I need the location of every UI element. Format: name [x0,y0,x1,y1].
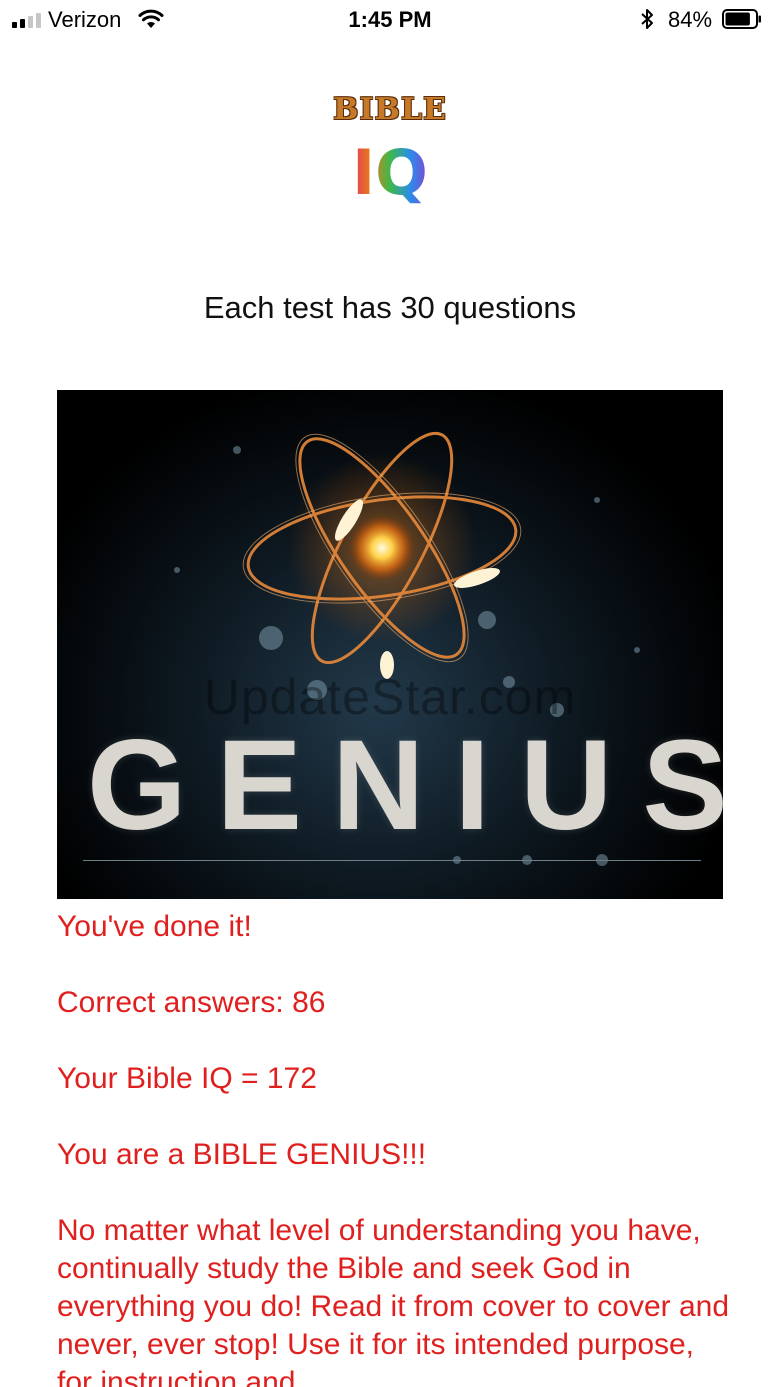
battery-percentage: 84% [668,7,713,32]
genius-title: GENIUS [87,714,723,857]
genius-image: UpdateStar.com GENIUS [57,390,723,899]
bible-iq-score: Your Bible IQ = 172 [57,1062,317,1095]
logo-word: BIBLE [333,92,447,127]
bluetooth-icon [641,9,653,29]
results-text: You've done it! Correct answers: 86 Your… [57,908,737,1387]
rating: You are a BIBLE GENIUS!!! [57,1138,427,1171]
clock: 1:45 PM [348,7,432,32]
completion-message: You've done it! [57,910,252,943]
encouragement-message: No matter what level of understanding yo… [57,1214,730,1387]
battery-icon [722,9,761,29]
questions-info: Each test has 30 questions [203,290,577,325]
results-screen: Verizon 1:45 PM 84% BIBLE IQ Each test h… [0,0,780,1387]
bible-iq-logo: BIBLE IQ [322,90,458,230]
logo-mark: IQ [350,138,430,208]
status-bar: Verizon 1:45 PM 84% [0,0,780,40]
correct-answers: Correct answers: 86 [57,986,326,1019]
divider [83,860,701,861]
